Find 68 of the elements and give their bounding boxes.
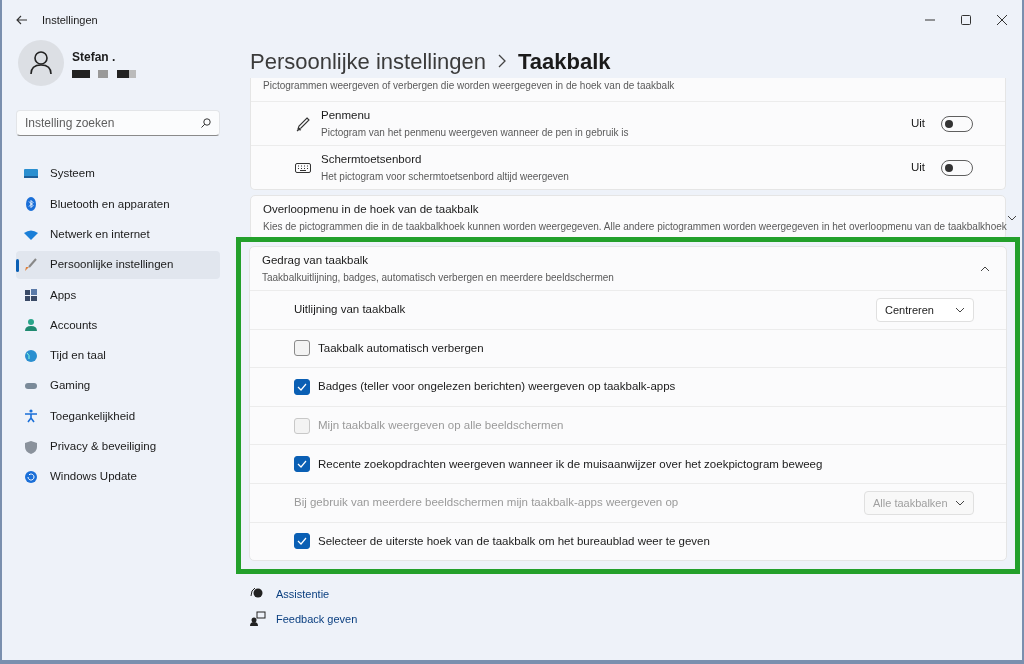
globe-icon	[24, 348, 38, 363]
page-title: Taakbalk	[518, 47, 611, 76]
setting-description: Pictogram van het penmenu weergeven wanneer de pen in gebruik is	[321, 125, 630, 140]
search-icon	[201, 118, 211, 128]
setting-description: Het pictogram voor schermtoetsenbord altijd weergeven	[321, 169, 570, 184]
check-icon	[297, 460, 307, 469]
toggle-state-text: Uit	[910, 159, 925, 175]
user-name: Stefan .	[72, 49, 117, 66]
apps-icon	[24, 288, 38, 303]
checkbox[interactable]	[294, 340, 310, 357]
check-icon	[297, 383, 307, 391]
section-description: Pictogrammen weergeven of verbergen die worden weergegeven in de hoek van de taakbalk	[262, 79, 676, 93]
sidebar-item[interactable]: Windows Update	[16, 462, 220, 491]
accessibility-icon	[24, 409, 38, 424]
update-icon	[24, 469, 38, 484]
window-title: Instellingen	[42, 12, 98, 28]
checkbox-label: Recente zoekopdrachten weergeven wanneer ik de muisaanwijzer over het zoekpictogram beweeg	[318, 456, 823, 472]
checkbox-label: Mijn taakbalk weergeven op alle beeldschermen	[318, 417, 564, 433]
section-description: Kies de pictogrammen die in de taakbalkhoek kunnen worden weergegeven. Alle andere pictogrammen worden weergegeven in het overloopmenu van de taakbalkhoek	[263, 219, 1007, 234]
redaction-drawing	[72, 70, 136, 78]
chevron-up-icon	[980, 265, 990, 272]
sidebar-item[interactable]: Toegankelijkheid	[16, 402, 220, 431]
checkbox-label: Selecteer de uiterste hoek van de taakbalk om het bureaublad weer te geven	[318, 533, 710, 549]
section-description: Taakbalkuitlijning, badges, automatisch verbergen en meerdere beeldschermen	[262, 270, 615, 285]
chevron-down-icon	[955, 306, 965, 313]
help-link[interactable]: Feedback geven	[276, 610, 358, 628]
checkbox-label: Badges (teller voor ongelezen berichten) weergeven op taakbalk-apps	[318, 379, 676, 395]
sidebar-item[interactable]: Systeem	[16, 160, 220, 188]
setting-label: Penmenu	[321, 108, 372, 124]
brush-icon	[24, 257, 38, 272]
maximize-icon	[961, 15, 971, 25]
sidebar-item[interactable]: Tijd en taal	[16, 341, 220, 370]
check-icon	[297, 537, 307, 546]
feedback-icon	[250, 610, 266, 627]
setting-label: Uitlijning van taakbalk	[294, 302, 407, 318]
checkbox[interactable]	[294, 456, 310, 473]
section-header[interactable]: Overloopmenu in de hoek van de taakbalk Kies de pictogrammen die in de taakbalkhoek kunnen worden weergegeven. Alle andere pictogrammen worden weergegeven in het overloopmenu van de taakbalkhoek	[251, 196, 1005, 239]
dropdown[interactable]: Centreren	[876, 297, 974, 322]
checkbox-label: Taakbalk automatisch verbergen	[318, 340, 484, 356]
pen-icon	[295, 115, 311, 132]
chevron-down-icon	[1006, 214, 1017, 221]
sidebar-item[interactable]: Persoonlijke instellingen	[16, 250, 220, 279]
back-icon[interactable]	[16, 15, 28, 25]
section-header[interactable]: Gedrag van taakbalk Taakbalkuitlijning, badges, automatisch verbergen en meerdere beeldschermen	[250, 247, 1006, 290]
search-field[interactable]: Instelling zoeken	[16, 110, 220, 136]
checkbox[interactable]	[294, 533, 310, 550]
help-link[interactable]: Assistentie	[276, 586, 330, 603]
checkbox[interactable]	[294, 379, 310, 395]
sidebar-item[interactable]: Apps	[16, 281, 220, 310]
section-title: Gedrag van taakbalk	[262, 253, 370, 269]
sidebar-item[interactable]: Bluetooth en apparaten	[16, 190, 220, 219]
sidebar-item[interactable]: Accounts	[16, 311, 220, 340]
monitor-icon	[24, 167, 38, 181]
chevron-down-icon	[955, 499, 965, 506]
person-icon	[24, 318, 38, 333]
bluetooth-icon	[24, 197, 38, 212]
setting-label: Schermtoetsenbord	[321, 152, 423, 168]
section-title: Overloopmenu in de hoek van de taakbalk	[263, 202, 480, 218]
sidebar-item[interactable]: Gaming	[16, 372, 220, 401]
shield-icon	[24, 439, 38, 454]
sidebar-item[interactable]: Netwerk en internet	[16, 220, 220, 249]
close-icon	[997, 15, 1007, 25]
person-icon	[30, 51, 52, 75]
toggle-state-text: Uit	[910, 115, 925, 131]
sidebar-item[interactable]: Privacy & beveiliging	[16, 432, 220, 461]
setting-label: Bij gebruik van meerdere beeldschermen mijn taakbalk-apps weergeven op	[294, 495, 680, 511]
breadcrumb-link[interactable]: Persoonlijke instellingen	[250, 44, 487, 78]
chevron-right-icon	[498, 54, 507, 68]
